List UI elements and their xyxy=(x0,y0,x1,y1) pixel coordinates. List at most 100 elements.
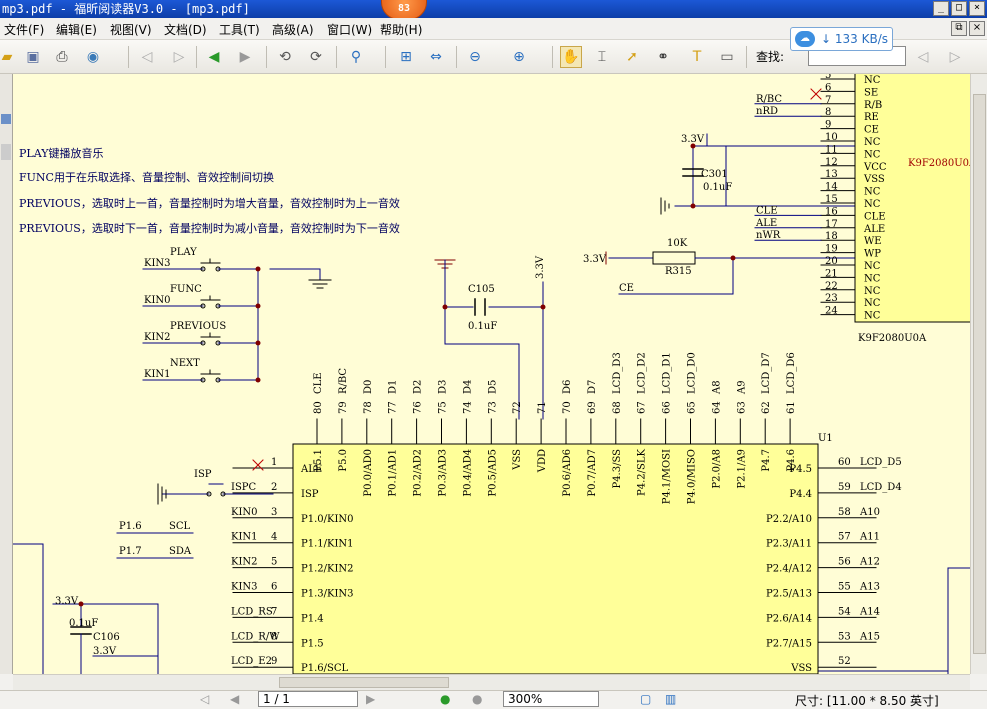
u1-top-net-label: LCD_D2 xyxy=(637,352,648,394)
menu-help[interactable]: 帮助(H) xyxy=(380,21,422,38)
horizontal-scroll-thumb[interactable] xyxy=(279,677,449,688)
last-page-icon[interactable]: ▷ xyxy=(168,46,190,68)
pdf-page[interactable]: PLAY键播放音乐 FUNC用于在乐取选择、音量控制、音效控制间切换 PREVI… xyxy=(13,74,970,674)
zoom-field[interactable]: 300% xyxy=(503,691,599,707)
u1-top-net-label: LCD_D6 xyxy=(786,352,797,394)
save-icon[interactable]: ▣ xyxy=(22,46,44,68)
back-icon[interactable]: ◀ xyxy=(203,46,225,68)
fit-page-icon[interactable]: ⊞ xyxy=(395,46,417,68)
zoom-tool-icon[interactable]: ⚲ xyxy=(345,46,367,68)
menu-tools[interactable]: 工具(T) xyxy=(219,21,260,38)
pages-icon[interactable] xyxy=(1,144,11,160)
maximize-button[interactable]: □ xyxy=(951,1,967,16)
u1-right-pin-number: 60 xyxy=(838,457,851,468)
flash-pin-number: 20 xyxy=(825,256,838,267)
u1-left-net-label: KIN0 xyxy=(231,507,258,518)
single-page-icon[interactable]: ▢ xyxy=(640,692,651,706)
flash-pin-name: RE xyxy=(864,112,879,123)
menu-file[interactable]: 文件(F) xyxy=(4,21,44,38)
page-number-field[interactable]: 1 / 1 xyxy=(258,691,358,707)
flash-pin-name: NC xyxy=(864,137,881,148)
net-p17: P1.7 xyxy=(119,546,142,557)
flash-pin-name: NC xyxy=(864,75,881,86)
net-sda: SDA xyxy=(169,546,192,557)
print-icon[interactable]: ⎙ xyxy=(51,46,73,68)
junction-dot xyxy=(255,377,261,383)
binoculars-icon[interactable]: ⚭ xyxy=(652,46,674,68)
find-prev-icon[interactable]: ◁ xyxy=(912,46,934,68)
r315-label: R315 xyxy=(665,266,692,277)
zoom-in-icon[interactable]: ⊕ xyxy=(508,46,530,68)
u1-top-pin-number: 62 xyxy=(761,401,772,414)
button-label: PREVIOUS xyxy=(170,321,226,332)
flash-pin-number: 13 xyxy=(825,169,838,180)
doc-close-button[interactable]: × xyxy=(969,21,985,36)
flash-net-label: CLE xyxy=(756,205,778,216)
menu-advanced[interactable]: 高级(A) xyxy=(272,21,314,38)
menu-edit[interactable]: 编辑(E) xyxy=(56,21,97,38)
close-button[interactable]: × xyxy=(969,1,985,16)
u1-top-net-label: LCD_D0 xyxy=(687,352,698,394)
notification-badge[interactable]: 83 xyxy=(381,0,427,20)
menu-view[interactable]: 视图(V) xyxy=(110,21,152,38)
minimize-button[interactable]: _ xyxy=(933,1,949,16)
u1-top-pin-number: 68 xyxy=(612,401,623,414)
open-icon[interactable]: ▰ xyxy=(0,46,18,68)
u1-top-pin-number: 63 xyxy=(736,401,747,414)
next-page-icon[interactable]: ▶ xyxy=(366,692,375,706)
u1-left-pin-name: P1.4 xyxy=(301,613,324,624)
menu-window[interactable]: 窗口(W) xyxy=(327,21,372,38)
side-panel-tab[interactable] xyxy=(0,74,13,674)
button-net-label: KIN1 xyxy=(144,369,171,380)
u1-top-pin-name: P4.1/MOSI xyxy=(662,449,673,504)
hand-tool-icon[interactable]: ✋ xyxy=(560,46,582,68)
zoom-out-icon[interactable]: ⊖ xyxy=(464,46,486,68)
vertical-scroll-thumb[interactable] xyxy=(973,94,986,654)
net-p16: P1.6 xyxy=(119,521,142,532)
doc-restore-button[interactable]: ⧉ xyxy=(951,21,967,36)
nav-back-icon[interactable]: ● xyxy=(440,692,450,706)
rotate-right-icon[interactable]: ⟳ xyxy=(305,46,327,68)
u1-top-pin-name: P4.2/SLK xyxy=(637,448,648,495)
flash-pin-name: NC xyxy=(864,298,881,309)
snapshot-icon[interactable]: ▭ xyxy=(716,46,738,68)
flash-pin-name: R/B xyxy=(864,100,882,111)
u1-left-net-label: LCD_E2 xyxy=(231,656,272,667)
u1-top-net-label: LCD_D7 xyxy=(761,352,772,394)
u1-top-net-label: D0 xyxy=(363,380,374,394)
u1-right-net-label: A14 xyxy=(859,606,880,617)
pointer-icon[interactable]: ➚ xyxy=(621,46,643,68)
u1-left-pin-number: 6 xyxy=(271,582,277,593)
flash-pin-name: NC xyxy=(864,273,881,284)
prev-page-icon[interactable]: ◁ xyxy=(200,692,209,706)
email-icon[interactable]: ◉ xyxy=(82,46,104,68)
nav-forward-icon[interactable]: ● xyxy=(472,692,482,706)
c105-label: C105 xyxy=(468,284,495,295)
flash-net-label: nWR xyxy=(756,230,781,241)
flash-chip-footer: K9F2080U0A xyxy=(858,333,927,344)
u1-right-pin-number: 58 xyxy=(838,507,851,518)
fit-width-icon[interactable]: ⇔ xyxy=(425,46,447,68)
menu-document[interactable]: 文档(D) xyxy=(164,21,207,38)
rotate-left-icon[interactable]: ⟲ xyxy=(274,46,296,68)
continuous-icon[interactable]: ▥ xyxy=(665,692,676,706)
horizontal-scrollbar[interactable] xyxy=(13,674,970,690)
select-text-icon[interactable]: ⌶ xyxy=(591,46,613,68)
u1-right-net-label: LCD_D5 xyxy=(860,457,902,468)
find-next-icon[interactable]: ▷ xyxy=(944,46,966,68)
u1-top-pin-number: 69 xyxy=(587,401,598,414)
typewriter-icon[interactable]: T xyxy=(686,46,708,68)
u1-label: U1 xyxy=(818,433,833,444)
u1-top-pin-name: P4.3/SS xyxy=(612,449,623,489)
first-page-icon[interactable]: ◁ xyxy=(136,46,158,68)
r315-value: 10K xyxy=(667,238,688,249)
u1-top-pin-number: 70 xyxy=(562,401,573,414)
page-size-readout: 尺寸: [11.00 * 8.50 英寸] xyxy=(795,694,939,708)
r315-supply-label: 3.3V xyxy=(583,254,607,265)
vertical-scrollbar[interactable] xyxy=(970,74,987,674)
forward-icon[interactable]: ▶ xyxy=(234,46,256,68)
u1-top-pin-number: 80 xyxy=(313,401,324,414)
prev-page-icon-2[interactable]: ◀ xyxy=(230,692,239,706)
bookmark-icon[interactable] xyxy=(1,114,11,124)
flash-pin-number: 12 xyxy=(825,157,838,168)
